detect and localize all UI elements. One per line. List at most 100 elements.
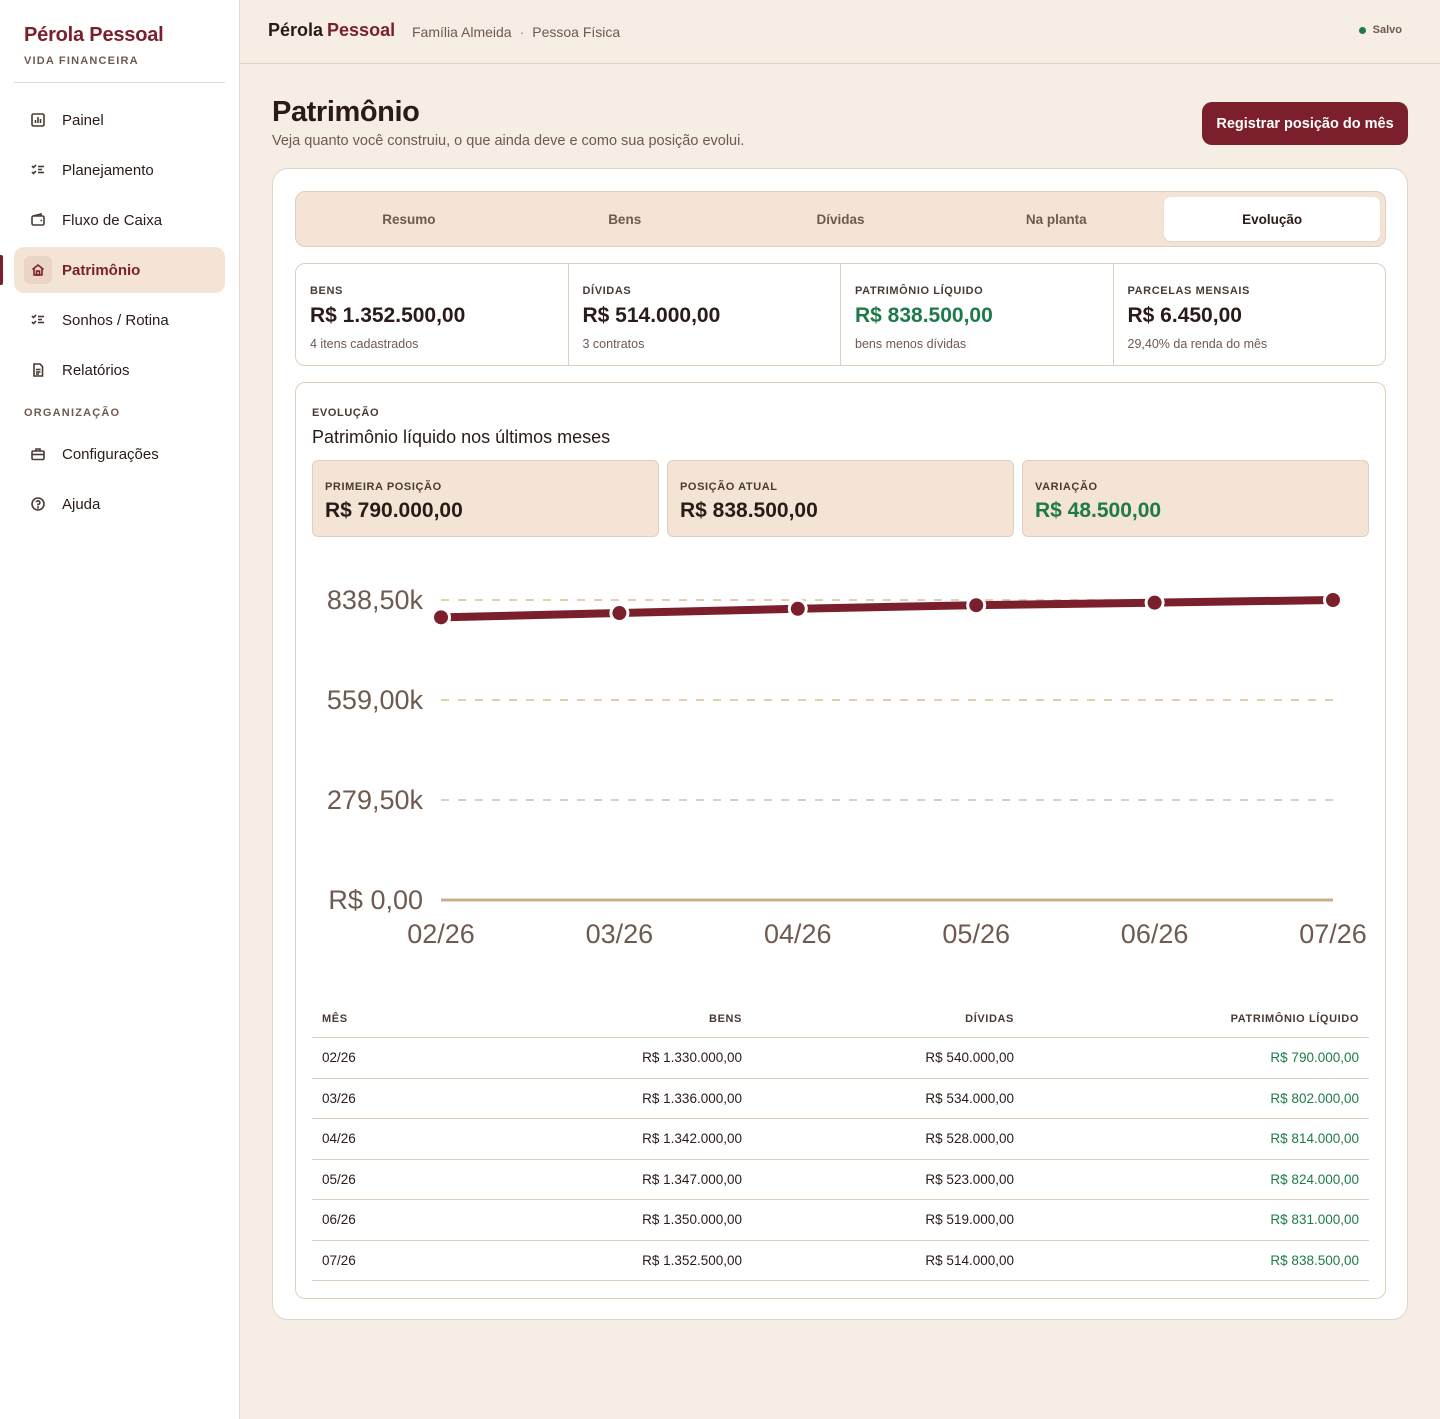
cell-month: 04/26 bbox=[322, 1131, 356, 1147]
register-month-position-button[interactable]: Registrar posição do mês bbox=[1202, 102, 1408, 145]
tab-evolucao[interactable]: Evolução bbox=[1164, 197, 1380, 241]
column-header-mes: MÊS bbox=[322, 1012, 348, 1025]
series-line bbox=[437, 596, 1337, 622]
y-tick-label: 559,00k bbox=[327, 685, 424, 715]
cell-dividas: R$ 523.000,00 bbox=[925, 1171, 1014, 1187]
cell-dividas: R$ 528.000,00 bbox=[925, 1131, 1014, 1147]
kpi-label: PARCELAS MENSAIS bbox=[1127, 285, 1250, 297]
briefcase-icon bbox=[24, 440, 52, 468]
stat-value: R$ 48.500,00 bbox=[1035, 499, 1162, 522]
topbar: Pérola Pessoal Família Almeida · Pessoa Fís… bbox=[240, 0, 1440, 64]
kpi-parcelas-mensais: PARCELAS MENSAIS R$ 6.450,00 29,40% da r… bbox=[1114, 264, 1386, 365]
x-tick-label: 03/26 bbox=[586, 919, 654, 949]
stat-first-position: PRIMEIRA POSIÇÃO R$ 790.000,00 bbox=[312, 460, 659, 537]
page-title: Patrimônio bbox=[272, 96, 420, 128]
cell-patrimonio-liquido: R$ 814.000,00 bbox=[1270, 1131, 1359, 1147]
breadcrumb-household[interactable]: Família Almeida bbox=[412, 24, 512, 40]
column-header-dividas: DÍVIDAS bbox=[965, 1012, 1014, 1025]
sidebar-item-label: Fluxo de Caixa bbox=[62, 211, 163, 229]
stat-label: PRIMEIRA POSIÇÃO bbox=[325, 481, 442, 493]
stat-value: R$ 790.000,00 bbox=[325, 499, 463, 522]
sidebar: Pérola Pessoal VIDA FINANCEIRA Painel Pl… bbox=[0, 0, 240, 1419]
y-tick-label: 838,50k bbox=[327, 585, 424, 615]
sidebar-item-fluxo-de-caixa[interactable]: Fluxo de Caixa bbox=[14, 197, 225, 243]
kpi-label: DÍVIDAS bbox=[582, 285, 632, 297]
x-tick-label: 06/26 bbox=[1121, 919, 1189, 949]
cell-bens: R$ 1.352.500,00 bbox=[642, 1252, 742, 1268]
sidebar-item-configuracoes[interactable]: Configurações bbox=[14, 431, 225, 477]
sidebar-item-label: Sonhos / Rotina bbox=[62, 311, 169, 329]
evolution-table: MÊS BENS DÍVIDAS PATRIMÔNIO LÍQUIDO 02/2… bbox=[312, 1000, 1369, 1281]
save-status-label: Salvo bbox=[1372, 24, 1402, 36]
data-point bbox=[609, 603, 630, 624]
kpi-value: R$ 514.000,00 bbox=[582, 304, 721, 327]
brand-subtitle: VIDA FINANCEIRA bbox=[24, 55, 139, 67]
kpi-note: 3 contratos bbox=[582, 337, 645, 351]
status-dot-icon bbox=[1358, 26, 1366, 34]
cell-month: 03/26 bbox=[322, 1090, 356, 1106]
tab-resumo[interactable]: Resumo bbox=[301, 197, 517, 241]
kpi-note: bens menos dívidas bbox=[855, 337, 967, 351]
kpi-value: R$ 838.500,00 bbox=[855, 304, 993, 327]
table-row: 02/26 R$ 1.330.000,00 R$ 540.000,00 R$ 7… bbox=[312, 1038, 1369, 1079]
net-worth-chart: R$ 0,00 279,50k 559,00k 838,50k 02/26 03/26 04… bbox=[312, 566, 1369, 986]
tab-dividas[interactable]: Dívidas bbox=[733, 197, 949, 241]
column-header-bens: BENS bbox=[709, 1012, 742, 1025]
breadcrumb-profile-type[interactable]: Pessoa Física bbox=[532, 24, 620, 40]
kpi-label: BENS bbox=[310, 285, 343, 297]
sidebar-item-planejamento[interactable]: Planejamento bbox=[14, 147, 225, 193]
evolution-eyebrow: EVOLUÇÃO bbox=[312, 407, 380, 419]
kpi-label: PATRIMÔNIO LÍQUIDO bbox=[855, 285, 984, 297]
cell-month: 05/26 bbox=[322, 1171, 356, 1187]
tab-na-planta[interactable]: Na planta bbox=[948, 197, 1164, 241]
column-header-patrimonio-liquido: PATRIMÔNIO LÍQUIDO bbox=[1230, 1012, 1359, 1025]
kpi-strip: BENS R$ 1.352.500,00 4 itens cadastrados… bbox=[295, 263, 1386, 366]
tab-bens[interactable]: Bens bbox=[517, 197, 733, 241]
sidebar-item-label: Planejamento bbox=[62, 161, 154, 179]
x-tick-label: 02/26 bbox=[407, 919, 475, 949]
kpi-dividas: DÍVIDAS R$ 514.000,00 3 contratos bbox=[569, 264, 841, 365]
sidebar-item-label: Patrimônio bbox=[62, 261, 141, 279]
cell-month: 02/26 bbox=[322, 1050, 356, 1066]
breadcrumb: Família Almeida · Pessoa Física bbox=[412, 24, 620, 40]
cell-bens: R$ 1.350.000,00 bbox=[642, 1212, 742, 1228]
cell-bens: R$ 1.336.000,00 bbox=[642, 1090, 742, 1106]
kpi-note: 4 itens cadastrados bbox=[310, 337, 419, 351]
cell-dividas: R$ 534.000,00 bbox=[925, 1090, 1014, 1106]
stat-value: R$ 838.500,00 bbox=[680, 499, 818, 522]
sidebar-item-ajuda[interactable]: Ajuda bbox=[14, 481, 225, 527]
sidebar-item-relatorios[interactable]: Relatórios bbox=[14, 347, 225, 393]
x-tick-label: 05/26 bbox=[942, 919, 1010, 949]
cell-dividas: R$ 514.000,00 bbox=[925, 1252, 1014, 1268]
cell-bens: R$ 1.342.000,00 bbox=[642, 1131, 742, 1147]
table-row: 07/26 R$ 1.352.500,00 R$ 514.000,00 R$ 8… bbox=[312, 1241, 1369, 1281]
topbar-title: Pérola Pessoal bbox=[268, 20, 395, 41]
evolution-stats: PRIMEIRA POSIÇÃO R$ 790.000,00 POSIÇÃO A… bbox=[312, 460, 1369, 537]
kpi-patrimonio-liquido: PATRIMÔNIO LÍQUIDO R$ 838.500,00 bens me… bbox=[841, 264, 1114, 365]
evolution-title: Patrimônio líquido nos últimos meses bbox=[312, 427, 611, 447]
sidebar-item-label: Painel bbox=[62, 111, 104, 129]
sidebar-item-patrimonio[interactable]: Patrimônio bbox=[0, 247, 225, 293]
table-row: 04/26 R$ 1.342.000,00 R$ 528.000,00 R$ 8… bbox=[312, 1119, 1369, 1160]
data-point bbox=[431, 607, 451, 628]
x-tick-label: 07/26 bbox=[1299, 919, 1367, 949]
cell-patrimonio-liquido: R$ 831.000,00 bbox=[1270, 1212, 1359, 1228]
stat-current-position: POSIÇÃO ATUAL R$ 838.500,00 bbox=[667, 460, 1014, 537]
cell-patrimonio-liquido: R$ 790.000,00 bbox=[1270, 1050, 1359, 1066]
cell-bens: R$ 1.347.000,00 bbox=[642, 1171, 742, 1187]
sidebar-divider bbox=[14, 82, 225, 83]
kpi-value: R$ 6.450,00 bbox=[1127, 304, 1242, 327]
sidebar-item-painel[interactable]: Painel bbox=[14, 97, 225, 143]
stat-label: POSIÇÃO ATUAL bbox=[680, 481, 778, 493]
cell-month: 07/26 bbox=[322, 1252, 356, 1268]
cell-month: 06/26 bbox=[322, 1212, 356, 1228]
checklist-icon bbox=[24, 156, 52, 184]
kpi-bens: BENS R$ 1.352.500,00 4 itens cadastrados bbox=[296, 264, 569, 365]
help-circle-icon bbox=[24, 490, 52, 518]
kpi-note: 29,40% da renda do mês bbox=[1127, 337, 1268, 351]
checklist-icon bbox=[24, 306, 52, 334]
kpi-value: R$ 1.352.500,00 bbox=[310, 304, 466, 327]
sidebar-item-sonhos-rotina[interactable]: Sonhos / Rotina bbox=[14, 297, 225, 343]
y-tick-label: 279,50k bbox=[327, 785, 424, 815]
tab-bar: Resumo Bens Dívidas Na planta Evolução bbox=[295, 191, 1386, 247]
